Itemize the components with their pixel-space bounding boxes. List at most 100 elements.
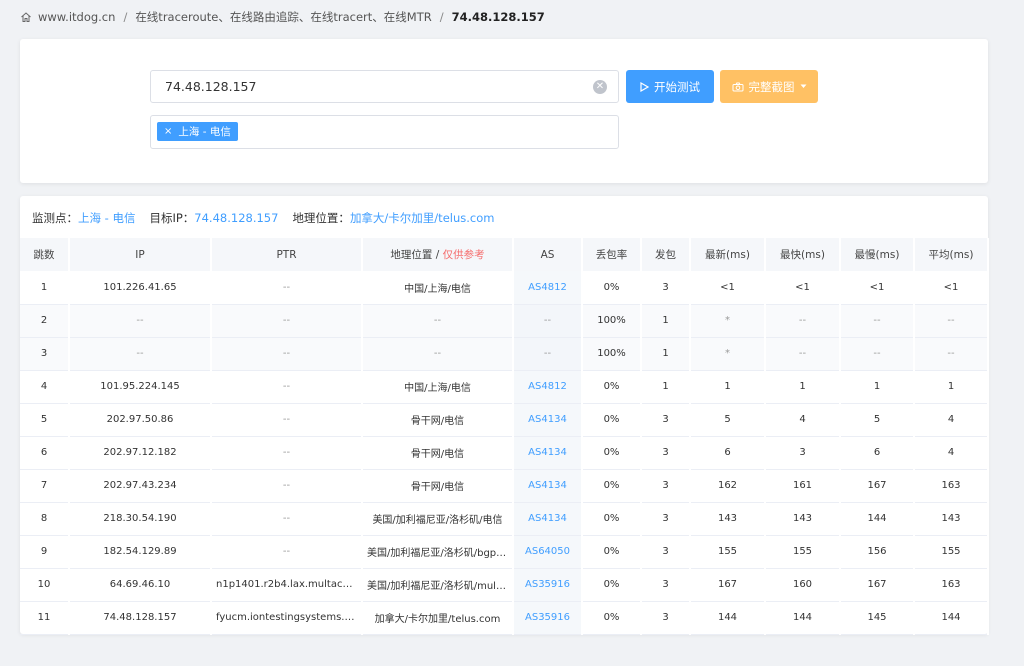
close-icon[interactable]: × [164, 126, 172, 137]
cell-geo: -- [362, 337, 514, 371]
home-icon[interactable] [20, 11, 32, 23]
cell-hop: 1 [20, 271, 70, 305]
breadcrumb-separator: / [439, 10, 444, 24]
cell-hop: 11 [20, 601, 70, 635]
cell-ptr: -- [211, 304, 363, 338]
cell-best: 160 [765, 568, 841, 602]
breadcrumb-site[interactable]: www.itdog.cn [38, 10, 115, 24]
col-geo-label: 地理位置 / [390, 249, 443, 261]
cell-worst: 6 [840, 436, 915, 470]
cell-last: 167 [690, 568, 766, 602]
node-summary-label: 监测点： [32, 211, 78, 225]
trace-table-body: 1 101.226.41.65 -- 中国/上海/电信 AS4812 0% 3 <1 <1 <1 <… [20, 271, 989, 635]
cell-sent: 3 [641, 568, 691, 602]
cell-geo: 中国/上海/电信 [362, 271, 514, 305]
cell-ptr: -- [211, 436, 363, 470]
cell-geo: 中国/上海/电信 [362, 370, 514, 404]
col-ptr: PTR [211, 238, 363, 271]
result-summary: 监测点：上海 - 电信 目标IP：74.48.128.157 地理位置：加拿大/… [32, 210, 494, 226]
cell-geo: -- [362, 304, 514, 338]
col-best: 最快(ms) [765, 238, 841, 271]
cell-ip: 101.226.41.65 [69, 271, 212, 305]
node-tag-label: 上海 - 电信 [178, 126, 231, 138]
table-row: 10 64.69.46.10 n1p1401.r2b4.lax.multacom..… [20, 568, 989, 602]
clear-icon[interactable]: ✕ [593, 80, 607, 94]
col-avg: 平均(ms) [914, 238, 989, 271]
cell-ptr: -- [211, 337, 363, 371]
cell-ip: 74.48.128.157 [69, 601, 212, 635]
cell-ptr: n1p1401.r2b4.lax.multacom.... [211, 568, 363, 602]
cell-as[interactable]: AS4134 [513, 403, 583, 437]
cell-avg: 1 [914, 370, 989, 404]
cell-sent: 1 [641, 337, 691, 371]
cell-last: 155 [690, 535, 766, 569]
cell-geo: 美国/加利福尼亚/洛杉矶/bgp.... [362, 535, 514, 569]
node-select[interactable]: × 上海 - 电信 [150, 115, 619, 149]
test-form-card: 74.48.128.157 ✕ 开始测试 完整截图 × 上海 - 电信 [20, 39, 988, 183]
cell-avg: 163 [914, 469, 989, 503]
table-header-row: 跳数 IP PTR 地理位置 / 仅供参考 AS 丢包率 发包 最新(ms) 最… [20, 238, 989, 271]
screenshot-button[interactable]: 完整截图 [720, 70, 818, 103]
cell-avg: 143 [914, 502, 989, 536]
col-loss: 丢包率 [582, 238, 642, 271]
cell-avg: 4 [914, 436, 989, 470]
col-last: 最新(ms) [690, 238, 766, 271]
cell-as[interactable]: AS64050 [513, 535, 583, 569]
ip-input-value: 74.48.128.157 [165, 79, 257, 94]
cell-best: -- [765, 337, 841, 371]
ip-input[interactable]: 74.48.128.157 ✕ [150, 70, 619, 103]
node-summary: 监测点：上海 - 电信 [32, 210, 135, 226]
cell-avg: 4 [914, 403, 989, 437]
cell-geo: 骨干网/电信 [362, 469, 514, 503]
cell-ip: 202.97.43.234 [69, 469, 212, 503]
screenshot-label: 完整截图 [748, 79, 795, 94]
cell-worst: 144 [840, 502, 915, 536]
target-summary-label: 目标IP： [149, 211, 195, 225]
table-row: 11 74.48.128.157 fyucm.iontestingsystems.c… [20, 601, 989, 635]
breadcrumb-current: 74.48.128.157 [451, 10, 545, 24]
cell-last: 143 [690, 502, 766, 536]
geo-summary-value: 加拿大/卡尔加里/telus.com [349, 211, 495, 225]
breadcrumb-separator: / [123, 10, 128, 24]
cell-ip: 64.69.46.10 [69, 568, 212, 602]
cell-as[interactable]: AS35916 [513, 601, 583, 635]
cell-as[interactable]: AS4812 [513, 271, 583, 305]
cell-loss: 0% [582, 502, 642, 536]
cell-as[interactable]: AS4134 [513, 469, 583, 503]
cell-worst: 145 [840, 601, 915, 635]
cell-loss: 0% [582, 271, 642, 305]
cell-loss: 0% [582, 568, 642, 602]
cell-worst: 156 [840, 535, 915, 569]
cell-hop: 4 [20, 370, 70, 404]
cell-loss: 0% [582, 535, 642, 569]
cell-last: * [690, 337, 766, 371]
table-row: 5 202.97.50.86 -- 骨干网/电信 AS4134 0% 3 5 4 5 4 [20, 403, 989, 437]
cell-best: -- [765, 304, 841, 338]
cell-geo: 加拿大/卡尔加里/telus.com [362, 601, 514, 635]
col-geo-ref: 仅供参考 [442, 249, 485, 261]
table-row: 1 101.226.41.65 -- 中国/上海/电信 AS4812 0% 3 <1 <1 <1 <… [20, 271, 989, 305]
col-ip: IP [69, 238, 212, 271]
cell-worst: -- [840, 304, 915, 338]
cell-loss: 0% [582, 403, 642, 437]
table-row: 8 218.30.54.190 -- 美国/加利福尼亚/洛杉矶/电信 AS4134 0% 3… [20, 502, 989, 536]
col-hop: 跳数 [20, 238, 70, 271]
cell-last: 144 [690, 601, 766, 635]
target-summary: 目标IP：74.48.128.157 [149, 210, 278, 226]
cell-ptr: -- [211, 502, 363, 536]
col-worst: 最慢(ms) [840, 238, 915, 271]
breadcrumb: www.itdog.cn / 在线traceroute、在线路由追踪、在线tra… [20, 9, 545, 25]
cell-as[interactable]: AS4134 [513, 436, 583, 470]
cell-last: <1 [690, 271, 766, 305]
cell-as[interactable]: AS35916 [513, 568, 583, 602]
breadcrumb-section[interactable]: 在线traceroute、在线路由追踪、在线tracert、在线MTR [135, 9, 431, 25]
cell-as[interactable]: AS4812 [513, 370, 583, 404]
col-geo: 地理位置 / 仅供参考 [362, 238, 514, 271]
cell-worst: -- [840, 337, 915, 371]
cell-as[interactable]: AS4134 [513, 502, 583, 536]
cell-hop: 10 [20, 568, 70, 602]
start-test-button[interactable]: 开始测试 [626, 70, 714, 103]
cell-sent: 3 [641, 601, 691, 635]
col-sent: 发包 [641, 238, 691, 271]
play-icon [640, 81, 649, 92]
